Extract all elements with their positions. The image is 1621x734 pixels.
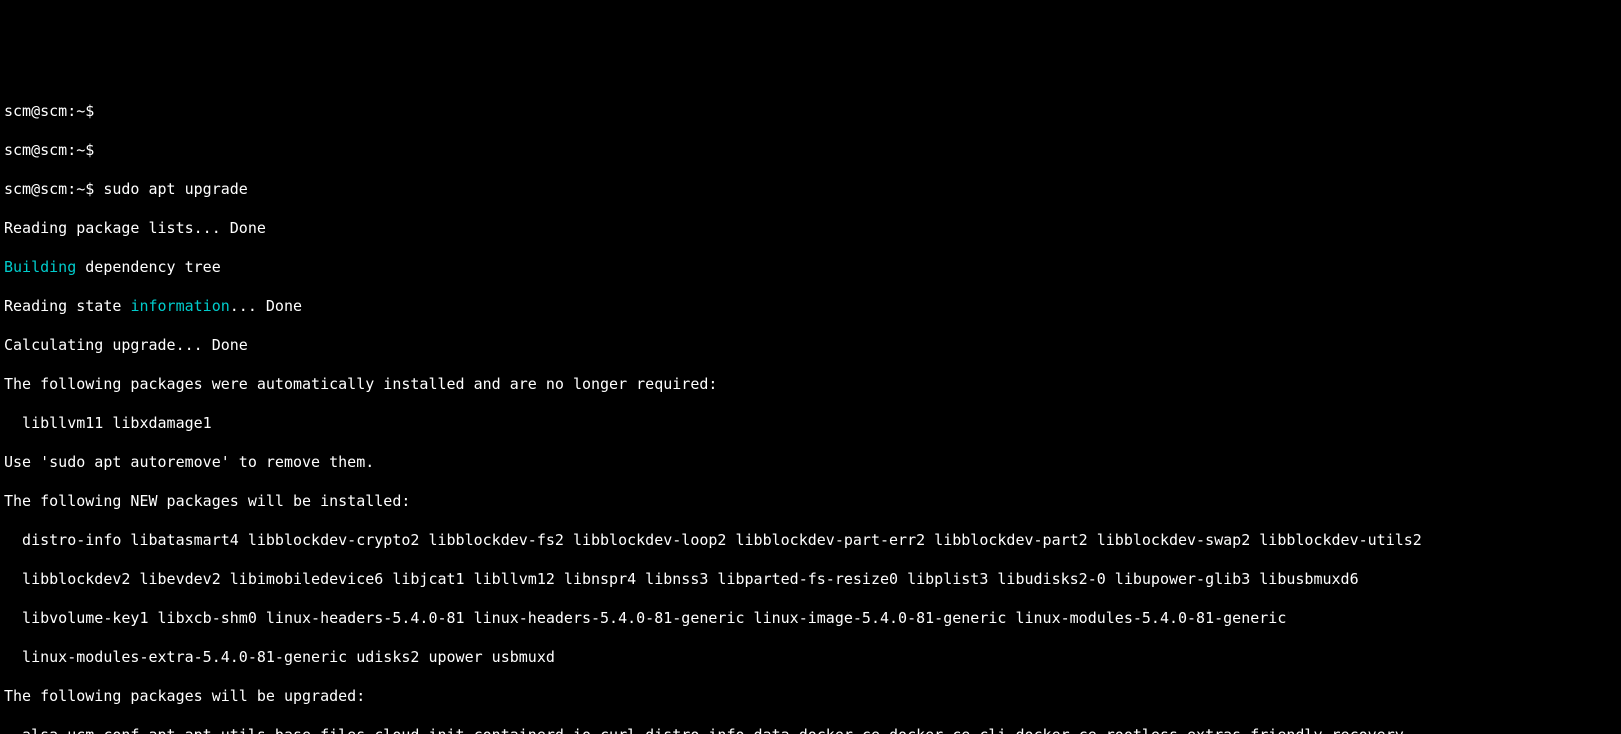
output-line: The following packages were automaticall… [4,375,1617,395]
output-line: Reading package lists... Done [4,219,1617,239]
output-line: distro-info libatasmart4 libblockdev-cry… [4,531,1617,551]
reading-state-tail: ... Done [230,297,302,315]
output-line: linux-modules-extra-5.4.0-81-generic udi… [4,648,1617,668]
prompt-line-empty: scm@scm:~$ [4,102,1617,122]
output-line: alsa-ucm-conf apt apt-utils base-files c… [4,726,1617,734]
output-line: The following NEW packages will be insta… [4,492,1617,512]
building-word: Building [4,258,76,276]
output-line: Use 'sudo apt autoremove' to remove them… [4,453,1617,473]
output-line: The following packages will be upgraded: [4,687,1617,707]
shell-prompt: scm@scm:~$ [4,102,94,120]
output-line: libvolume-key1 libxcb-shm0 linux-headers… [4,609,1617,629]
terminal[interactable]: scm@scm:~$ scm@scm:~$ scm@scm:~$ sudo ap… [0,78,1621,734]
shell-prompt: scm@scm:~$ [4,180,94,198]
shell-prompt: scm@scm:~$ [4,141,94,159]
output-line: libblockdev2 libevdev2 libimobiledevice6… [4,570,1617,590]
output-line: Reading state information... Done [4,297,1617,317]
reading-state-head: Reading state [4,297,130,315]
output-line: Building dependency tree [4,258,1617,278]
dep-tree-tail: dependency tree [76,258,221,276]
output-line: Calculating upgrade... Done [4,336,1617,356]
prompt-line-empty: scm@scm:~$ [4,141,1617,161]
command-text: sudo apt upgrade [103,180,248,198]
output-line: libllvm11 libxdamage1 [4,414,1617,434]
command-line: scm@scm:~$ sudo apt upgrade [4,180,1617,200]
information-word: information [130,297,229,315]
